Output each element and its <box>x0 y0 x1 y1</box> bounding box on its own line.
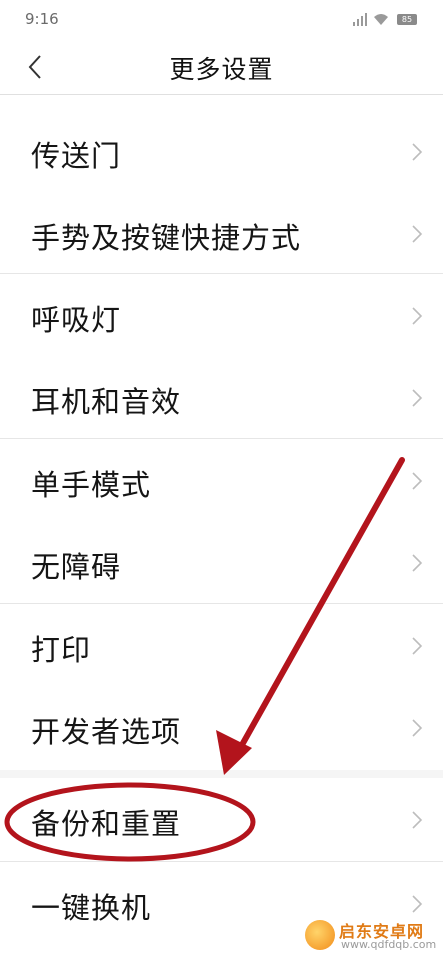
list-item-accessibility[interactable]: 无障碍 <box>0 522 443 604</box>
list-item-print[interactable]: 打印 <box>0 605 443 687</box>
chevron-right-icon <box>412 895 423 913</box>
chevron-right-icon <box>412 811 423 829</box>
list-item-headphones-audio[interactable]: 耳机和音效 <box>0 357 443 439</box>
chevron-right-icon <box>412 307 423 325</box>
divider <box>0 438 443 439</box>
divider <box>0 603 443 604</box>
list-item-label: 无障碍 <box>31 550 122 584</box>
list-item-label: 打印 <box>31 633 92 667</box>
status-bar: 9:16 85 <box>0 0 443 40</box>
list-item-label: 呼吸灯 <box>31 303 122 337</box>
chevron-right-icon <box>412 719 423 737</box>
list-item-portal[interactable]: 传送门 <box>0 111 443 193</box>
header: 更多设置 <box>0 40 443 94</box>
watermark-url: www.qdfdqb.com <box>341 938 437 951</box>
signal-icon <box>353 13 367 26</box>
list-item-breathing-light[interactable]: 呼吸灯 <box>0 275 443 357</box>
page-title: 更多设置 <box>169 55 274 84</box>
list-item-label: 一键换机 <box>31 891 152 925</box>
section-gap <box>0 770 443 778</box>
watermark: 启东安卓网 www.qdfdqb.com <box>305 918 437 954</box>
list-item-label: 备份和重置 <box>31 807 182 841</box>
chevron-right-icon <box>412 637 423 655</box>
wifi-icon <box>374 14 388 25</box>
list-item-backup-reset[interactable]: 备份和重置 <box>0 779 443 861</box>
list-item-label: 传送门 <box>31 139 122 173</box>
status-icons: 85 <box>353 12 417 28</box>
chevron-right-icon <box>412 472 423 490</box>
list-item-one-hand-mode[interactable]: 单手模式 <box>0 440 443 522</box>
header-divider <box>0 94 443 95</box>
list-item-label: 开发者选项 <box>31 715 182 749</box>
list-item-label: 单手模式 <box>31 468 152 502</box>
list-item-developer-options[interactable]: 开发者选项 <box>0 687 443 769</box>
battery-icon: 85 <box>397 14 417 25</box>
watermark-logo-icon <box>305 920 335 950</box>
list-item-gesture-shortcuts[interactable]: 手势及按键快捷方式 <box>0 193 443 275</box>
chevron-right-icon <box>412 389 423 407</box>
chevron-right-icon <box>412 225 423 243</box>
divider <box>0 861 443 862</box>
list-item-label: 耳机和音效 <box>31 385 182 419</box>
chevron-right-icon <box>412 554 423 572</box>
chevron-right-icon <box>412 143 423 161</box>
status-time: 9:16 <box>25 10 59 28</box>
divider <box>0 273 443 274</box>
list-item-label: 手势及按键快捷方式 <box>31 221 302 255</box>
